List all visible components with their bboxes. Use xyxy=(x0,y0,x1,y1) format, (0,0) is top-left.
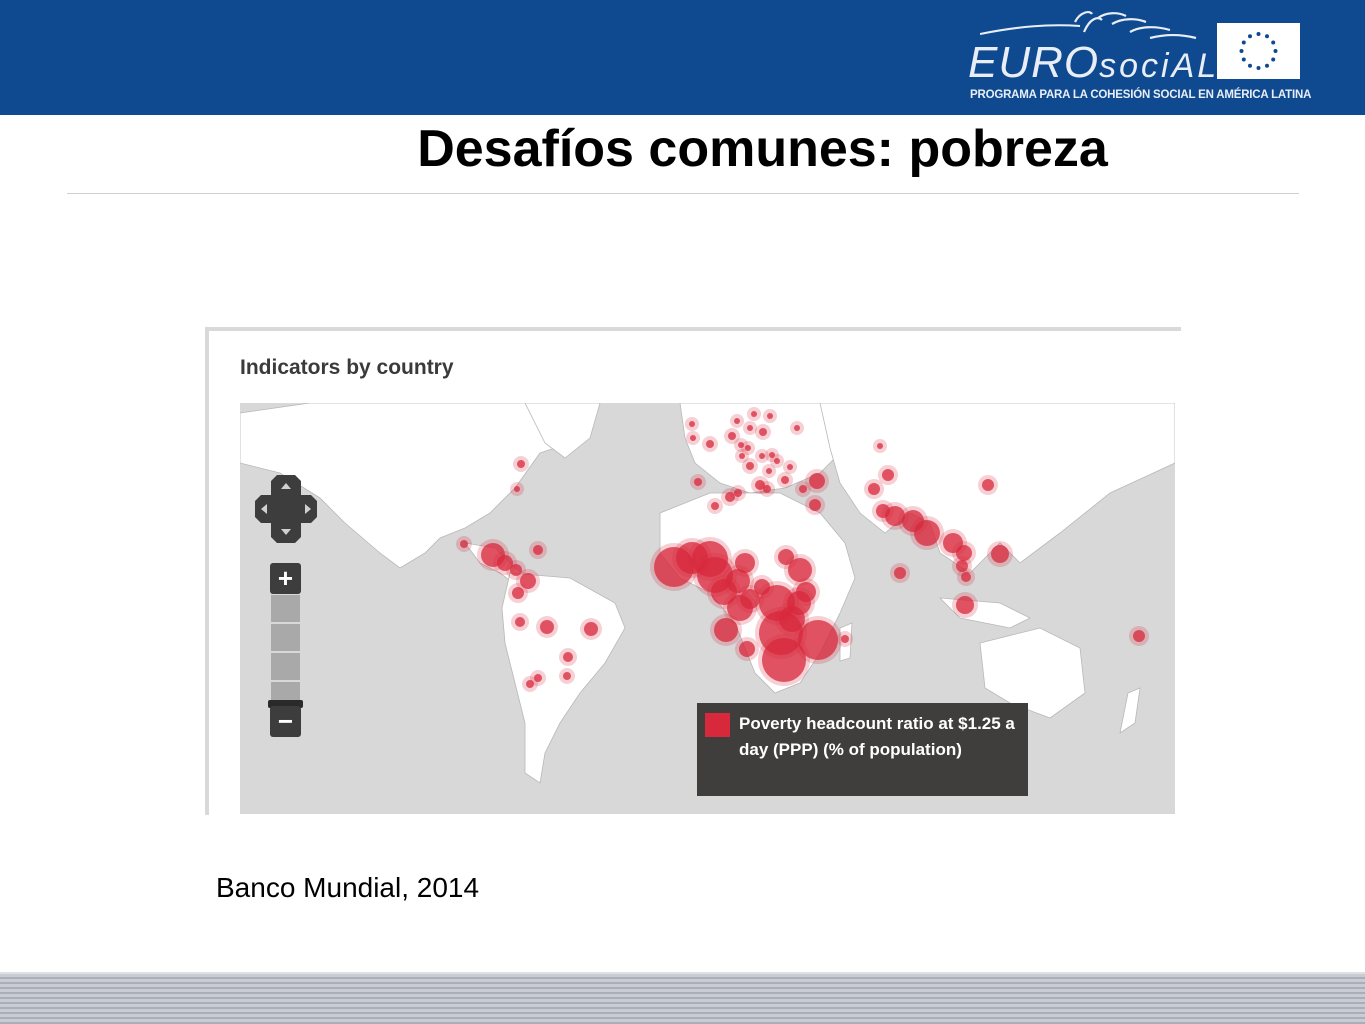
country-bubble[interactable] xyxy=(563,652,573,662)
country-bubble[interactable] xyxy=(745,445,751,451)
country-bubble[interactable] xyxy=(882,469,894,481)
country-bubble[interactable] xyxy=(711,502,719,510)
country-bubble[interactable] xyxy=(1133,630,1145,642)
footer-band xyxy=(0,974,1365,1024)
eu-star xyxy=(1265,63,1269,68)
country-bubble[interactable] xyxy=(769,452,775,458)
country-bubble[interactable] xyxy=(734,489,742,497)
country-bubble[interactable] xyxy=(533,545,543,555)
eu-star xyxy=(1265,34,1269,39)
eu-star xyxy=(1239,49,1244,53)
logo-wordmark: EUROsociAL xyxy=(968,38,1220,87)
eu-star xyxy=(1241,57,1246,62)
country-bubble[interactable] xyxy=(841,635,849,643)
eu-star xyxy=(1271,57,1276,62)
eu-star xyxy=(1241,40,1246,45)
country-bubble[interactable] xyxy=(799,485,807,493)
legend-swatch xyxy=(705,713,730,737)
country-bubble[interactable] xyxy=(759,453,765,459)
country-bubble[interactable] xyxy=(714,618,738,642)
country-bubble[interactable] xyxy=(914,520,940,546)
country-bubble[interactable] xyxy=(788,558,812,582)
country-bubble[interactable] xyxy=(809,499,821,511)
country-bubble[interactable] xyxy=(991,545,1009,563)
country-bubble[interactable] xyxy=(746,462,754,470)
country-bubble[interactable] xyxy=(956,596,974,614)
country-bubble[interactable] xyxy=(751,411,757,417)
country-bubble[interactable] xyxy=(540,620,554,634)
slide-title: Desafíos comunes: pobreza xyxy=(417,120,1108,178)
logo-tagline: PROGRAMA PARA LA COHESIÓN SOCIAL EN AMÉR… xyxy=(970,89,1312,101)
zoom-step[interactable] xyxy=(271,624,300,651)
eu-star xyxy=(1273,49,1278,53)
country-bubble[interactable] xyxy=(739,641,755,657)
eu-star xyxy=(1256,66,1261,70)
country-bubble[interactable] xyxy=(515,617,525,627)
country-bubble[interactable] xyxy=(706,440,714,448)
legend-label: Poverty headcount ratio at $1.25 a day (… xyxy=(739,714,1015,759)
widget-title: Indicators by country xyxy=(240,356,454,379)
header-band: EUROsociAL PROGRAMA PARA LA COHESIÓN SOC… xyxy=(0,0,1365,115)
eu-flag-icon xyxy=(1217,23,1300,79)
country-bubble[interactable] xyxy=(787,464,793,470)
country-bubble[interactable] xyxy=(563,672,571,680)
country-bubble[interactable] xyxy=(767,413,773,419)
source-citation: Banco Mundial, 2014 xyxy=(216,872,480,903)
country-bubble[interactable] xyxy=(517,460,525,468)
map-legend: Poverty headcount ratio at $1.25 a day (… xyxy=(697,703,1028,796)
country-bubble[interactable] xyxy=(734,418,740,424)
country-bubble[interactable] xyxy=(809,473,825,489)
country-bubble[interactable] xyxy=(868,483,880,495)
country-bubble[interactable] xyxy=(694,478,702,486)
country-bubble[interactable] xyxy=(982,479,994,491)
eu-star xyxy=(1271,40,1276,45)
country-bubble[interactable] xyxy=(689,421,695,427)
zoom-control: + − xyxy=(268,563,303,737)
country-bubble[interactable] xyxy=(739,453,745,459)
country-bubble[interactable] xyxy=(526,680,534,688)
country-bubble[interactable] xyxy=(735,553,755,573)
country-bubble[interactable] xyxy=(894,567,906,579)
country-bubble[interactable] xyxy=(460,540,468,548)
zoom-step[interactable] xyxy=(271,653,300,680)
country-bubble[interactable] xyxy=(728,432,736,440)
eu-star xyxy=(1248,34,1252,39)
country-bubble[interactable] xyxy=(759,428,767,436)
pan-control[interactable] xyxy=(255,475,317,543)
country-bubble[interactable] xyxy=(766,468,772,474)
zoom-in-button[interactable]: + xyxy=(270,563,301,594)
country-bubble[interactable] xyxy=(781,476,789,484)
country-bubble[interactable] xyxy=(690,435,696,441)
country-bubble[interactable] xyxy=(794,425,800,431)
widget-border-left xyxy=(205,327,209,815)
country-bubble[interactable] xyxy=(961,572,971,582)
country-bubble[interactable] xyxy=(584,622,598,636)
country-bubble[interactable] xyxy=(762,638,806,682)
eu-star xyxy=(1248,63,1252,68)
zoom-step[interactable] xyxy=(271,595,300,622)
widget-border-top xyxy=(205,327,1181,331)
new-zealand xyxy=(1119,687,1141,734)
title-divider xyxy=(67,193,1299,194)
country-bubble[interactable] xyxy=(877,443,883,449)
country-bubble[interactable] xyxy=(514,486,520,492)
country-bubble[interactable] xyxy=(763,485,771,493)
zoom-out-button[interactable]: − xyxy=(270,706,301,737)
country-bubble[interactable] xyxy=(747,425,753,431)
eu-star xyxy=(1256,32,1261,36)
country-bubble[interactable] xyxy=(512,587,524,599)
